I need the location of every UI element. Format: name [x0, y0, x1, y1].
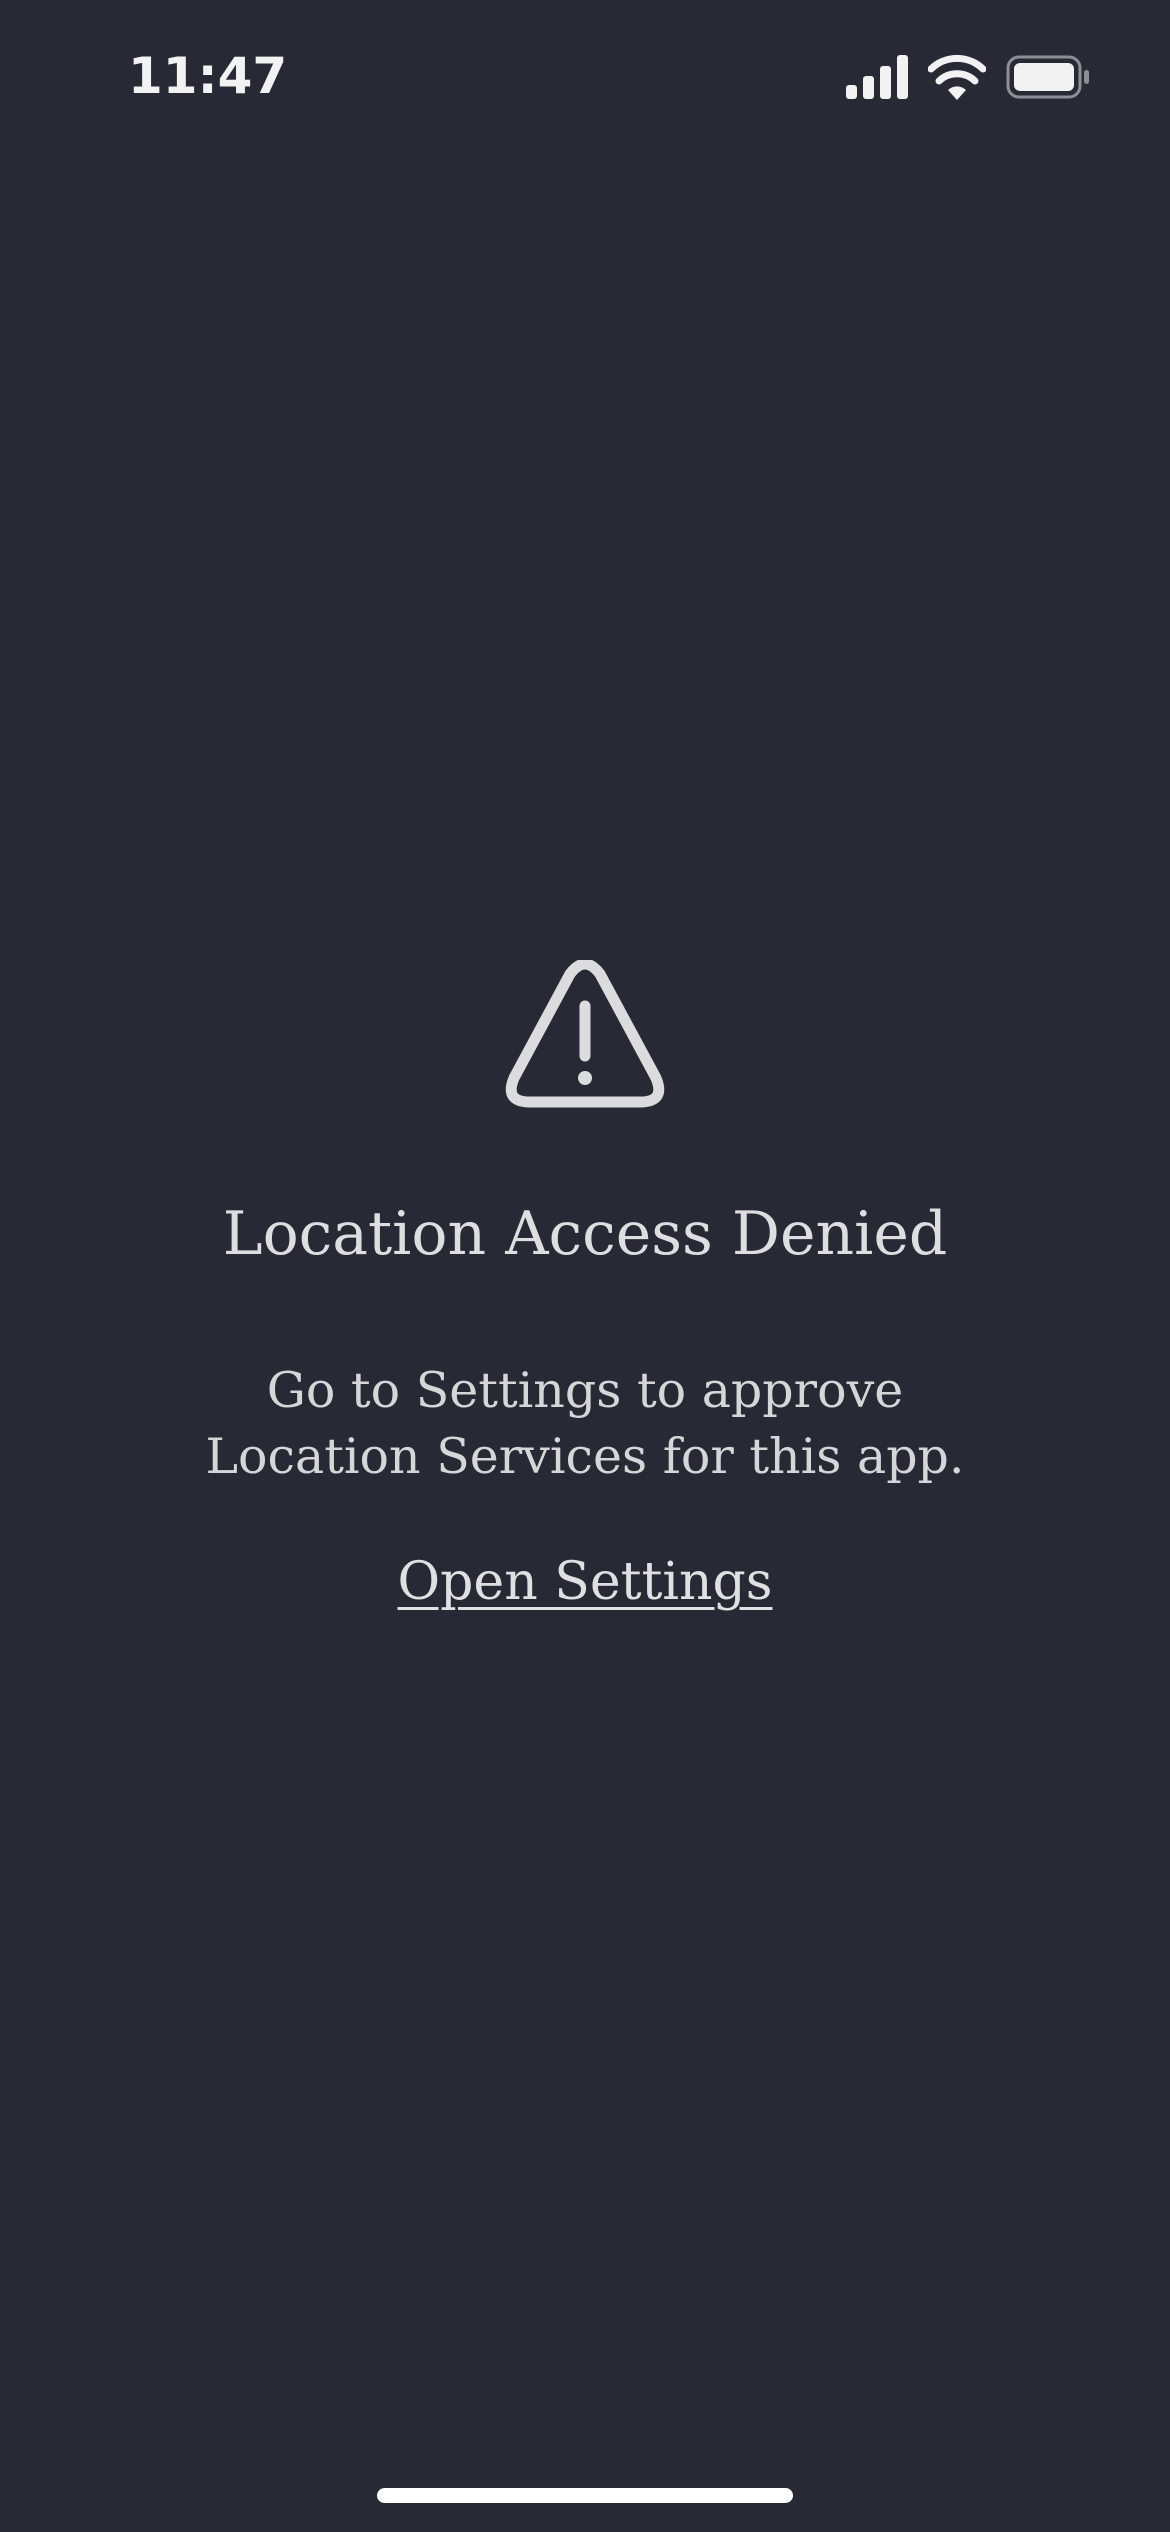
status-bar: 11:47 [0, 0, 1170, 150]
home-indicator[interactable] [377, 2488, 793, 2503]
open-settings-link[interactable]: Open Settings [398, 1550, 773, 1614]
alert-message: Go to Settings to approve Location Servi… [205, 1362, 965, 1485]
status-time: 11:47 [128, 47, 288, 105]
battery-icon [1006, 55, 1089, 99]
warning-triangle-icon [505, 960, 665, 1108]
wifi-icon [928, 54, 986, 100]
alert-title: Location Access Denied [222, 1199, 948, 1269]
status-icons [846, 52, 1090, 102]
location-denied-panel: Location Access Denied Go to Settings to… [0, 960, 1170, 1614]
cellular-signal-icon [846, 55, 908, 99]
